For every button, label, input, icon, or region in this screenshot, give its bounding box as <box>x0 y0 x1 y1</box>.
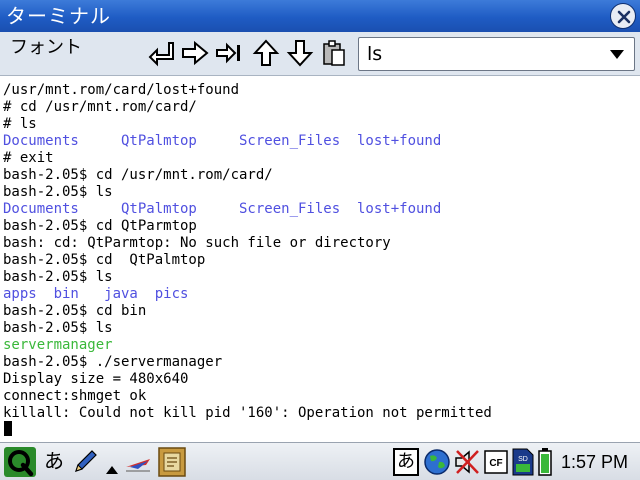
terminal-line: bash: cd: QtParmtop: No such file or dir… <box>3 235 391 251</box>
terminal-line: killall: Could not kill pid '160': Opera… <box>3 405 492 421</box>
app-launcher-1[interactable] <box>124 449 152 479</box>
paste-button[interactable] <box>320 39 348 67</box>
tab-arrow-icon <box>216 42 240 64</box>
network-tray-button[interactable] <box>423 448 451 480</box>
title-bar: ターミナル <box>0 0 640 32</box>
terminal-line: servermanager <box>3 337 113 353</box>
terminal-line: bash-2.05$ cd /usr/mnt.rom/card/ <box>3 167 273 183</box>
command-combobox[interactable]: ls <box>358 37 635 71</box>
taskbar: あ あ CF SD 1:57 PM <box>0 442 640 480</box>
space-button[interactable] <box>181 39 209 67</box>
terminal-line: /usr/mnt.rom/card/lost+found <box>3 82 240 98</box>
terminal-line: # exit <box>3 150 54 166</box>
ime-tray-indicator[interactable]: あ <box>393 448 419 476</box>
terminal-line: # cd /usr/mnt.rom/card/ <box>3 99 197 115</box>
volume-tray-button[interactable] <box>453 448 481 480</box>
speaker-muted-icon <box>455 450 479 474</box>
chevron-down-icon <box>610 50 624 59</box>
right-arrow-icon <box>182 40 209 66</box>
terminal-line: bash-2.05$ cd QtParmtop <box>3 218 197 234</box>
terminal-line: bash-2.05$ ls <box>3 320 113 336</box>
terminal-line: bash-2.05$ cd QtPalmtop <box>3 252 206 268</box>
taskbar-up-button[interactable] <box>106 459 118 478</box>
app-launcher-2[interactable] <box>158 447 186 480</box>
terminal-line: Documents QtPalmtop Screen_Files lost+fo… <box>3 201 442 217</box>
terminal-line: apps bin java pics <box>3 286 189 302</box>
terminal-line: bash-2.05$ ls <box>3 269 113 285</box>
sd-card-icon: SD <box>512 448 534 476</box>
triangle-up-icon <box>106 466 118 474</box>
q-logo-icon <box>4 447 36 477</box>
airplane-icon <box>126 459 150 472</box>
close-icon <box>617 10 631 24</box>
battery-tray-button[interactable] <box>538 448 552 480</box>
battery-icon <box>538 448 552 476</box>
up-arrow-icon <box>252 39 280 66</box>
cf-card-tray-button[interactable]: CF <box>484 450 508 478</box>
down-button[interactable] <box>286 39 314 67</box>
clock[interactable]: 1:57 PM <box>561 451 628 473</box>
terminal-line: # ls <box>3 116 37 132</box>
document-frame-icon <box>158 447 186 477</box>
terminal-line: Documents QtPalmtop Screen_Files lost+fo… <box>3 133 442 149</box>
window-title: ターミナル <box>6 4 111 28</box>
globe-icon <box>424 449 450 475</box>
terminal-line: bash-2.05$ ./servermanager <box>3 354 223 370</box>
pen-icon <box>75 450 97 472</box>
svg-text:SD: SD <box>518 456 528 463</box>
clipboard-icon <box>323 40 345 66</box>
cf-card-icon: CF <box>484 450 508 474</box>
up-button[interactable] <box>252 39 280 67</box>
command-value: ls <box>367 43 383 65</box>
close-button[interactable] <box>610 3 636 29</box>
handwriting-button[interactable] <box>72 449 98 479</box>
font-menu[interactable]: フォント <box>10 36 82 60</box>
enter-button[interactable] <box>147 39 175 67</box>
start-button[interactable] <box>4 447 36 480</box>
terminal-line: connect:shmget ok <box>3 388 147 404</box>
tab-button[interactable] <box>215 39 243 67</box>
toolbar: フォント ls <box>0 32 640 76</box>
text-cursor <box>4 421 12 436</box>
down-arrow-icon <box>286 40 314 67</box>
return-arrow-icon <box>148 42 174 67</box>
sd-card-tray-button[interactable]: SD <box>512 448 534 480</box>
terminal-line: bash-2.05$ cd bin <box>3 303 147 319</box>
terminal-output[interactable]: /usr/mnt.rom/card/lost+found # cd /usr/mn… <box>0 77 640 442</box>
svg-text:CF: CF <box>489 458 502 469</box>
terminal-line: Display size = 480x640 <box>3 371 189 387</box>
terminal-line: bash-2.05$ ls <box>3 184 113 200</box>
input-mode-indicator[interactable]: あ <box>44 448 64 474</box>
